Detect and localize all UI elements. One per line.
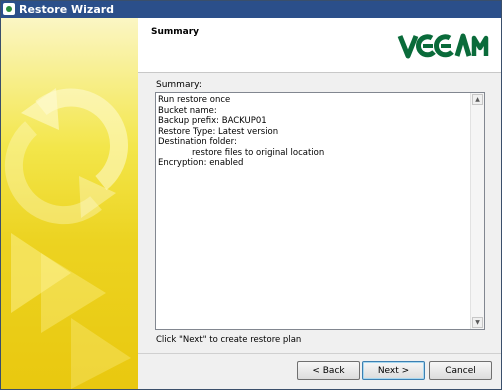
cancel-button[interactable]: Cancel <box>429 361 492 380</box>
summary-line-destination: Destination folder: <box>158 137 237 147</box>
summary-line-prefix: Backup prefix: BACKUP01 <box>158 116 267 126</box>
back-button[interactable]: < Back <box>297 361 360 380</box>
wizard-header: Summary <box>138 18 501 73</box>
summary-label: Summary: <box>156 80 202 90</box>
restore-wizard-window: Restore Wizard Summary Summary: Run rest… <box>0 0 502 390</box>
footer-divider <box>138 353 501 354</box>
wizard-banner <box>1 18 138 389</box>
summary-line-destination-value: restore files to original location <box>192 147 325 158</box>
app-icon <box>3 3 15 15</box>
window-title: Restore Wizard <box>19 3 115 16</box>
page-title: Summary <box>151 27 200 37</box>
hint-text: Click "Next" to create restore plan <box>156 335 302 345</box>
summary-line-bucket: Bucket name: <box>158 105 217 116</box>
next-button[interactable]: Next > <box>362 361 425 380</box>
title-bar[interactable]: Restore Wizard <box>1 1 501 18</box>
summary-line-restore-type: Restore Type: Latest version <box>158 126 279 137</box>
summary-line-run: Run restore once <box>158 95 231 105</box>
veeam-logo <box>397 33 489 59</box>
summary-textbox[interactable]: Run restore once Bucket name: Backup pre… <box>155 92 485 330</box>
vertical-scrollbar[interactable]: ▲ ▼ <box>470 93 484 329</box>
summary-line-encryption: Encryption: enabled <box>158 158 244 168</box>
banner-graphic <box>4 88 131 389</box>
scroll-up-arrow-icon[interactable]: ▲ <box>472 94 483 105</box>
scroll-down-arrow-icon[interactable]: ▼ <box>472 317 483 328</box>
summary-text: Run restore once Bucket name: Backup pre… <box>158 95 468 169</box>
